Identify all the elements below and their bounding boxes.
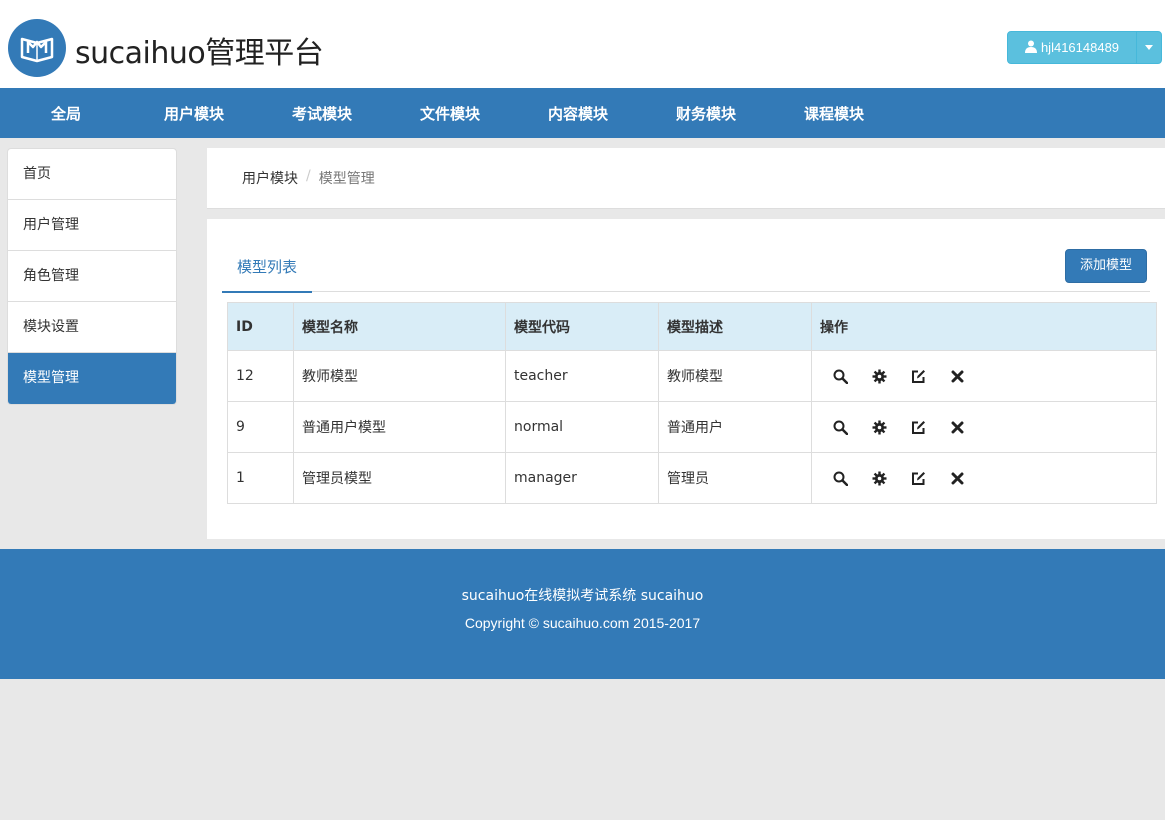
col-code: 模型代码 [505, 302, 659, 351]
remove-icon[interactable] [949, 470, 965, 486]
sidebar: 首页 用户管理 角色管理 模块设置 模型管理 [7, 148, 177, 405]
footer-system-name: sucaihuo在线模拟考试系统 sucaihuo [461, 588, 704, 604]
breadcrumb-parent[interactable]: 用户模块 [242, 168, 298, 188]
search-icon[interactable] [832, 368, 848, 384]
username: hjl416148489 [1040, 40, 1120, 55]
cell-actions [811, 401, 1157, 453]
user-menu-button[interactable]: hjl416148489 [1007, 31, 1162, 64]
top-nav: 全局 用户模块 考试模块 文件模块 内容模块 财务模块 课程模块 [0, 88, 1165, 138]
col-id: ID [227, 302, 294, 351]
sidebar-item-roles[interactable]: 角色管理 [8, 251, 176, 302]
sidebar-item-users[interactable]: 用户管理 [8, 200, 176, 251]
edit-icon[interactable] [910, 470, 926, 486]
col-actions: 操作 [811, 302, 1157, 351]
table-row: 12 教师模型 teacher 教师模型 [227, 350, 1157, 402]
cell-id: 9 [227, 401, 294, 453]
brand-title: sucaihuo管理平台 [75, 36, 324, 71]
nav-item-file-module[interactable]: 文件模块 [386, 88, 514, 138]
sidebar-item-home[interactable]: 首页 [8, 149, 176, 200]
remove-icon[interactable] [949, 419, 965, 435]
sidebar-item-model-management[interactable]: 模型管理 [8, 353, 176, 404]
search-icon[interactable] [832, 470, 848, 486]
cell-code: normal [505, 401, 659, 453]
caret-down-icon[interactable] [1136, 32, 1161, 63]
breadcrumb-separator: / [306, 168, 311, 184]
breadcrumb-panel: 用户模块 / 模型管理 [207, 148, 1165, 209]
cell-id: 1 [227, 452, 294, 504]
cell-desc: 普通用户 [658, 401, 812, 453]
add-model-button[interactable]: 添加模型 [1065, 249, 1147, 283]
cell-code: manager [505, 452, 659, 504]
header: sucaihuo管理平台 hjl416148489 [0, 0, 1165, 88]
col-desc: 模型描述 [658, 302, 812, 351]
cell-desc: 教师模型 [658, 350, 812, 402]
nav-item-user-module[interactable]: 用户模块 [130, 88, 258, 138]
cell-actions [811, 452, 1157, 504]
breadcrumb-current: 模型管理 [318, 171, 375, 187]
cell-name: 教师模型 [293, 350, 506, 402]
table-row: 1 管理员模型 manager 管理员 [227, 452, 1157, 504]
cell-name: 管理员模型 [293, 452, 506, 504]
cog-icon[interactable] [871, 470, 887, 486]
tab-bar: 模型列表 [222, 219, 1150, 293]
nav-item-global[interactable]: 全局 [2, 88, 130, 138]
user-icon [1024, 40, 1037, 56]
cell-actions [811, 350, 1157, 402]
cell-code: teacher [505, 350, 659, 402]
model-table: ID 模型名称 模型代码 模型描述 操作 12 教师模型 teacher 教师模… [227, 302, 1157, 504]
footer: sucaihuo在线模拟考试系统 sucaihuo Copyright © su… [0, 549, 1165, 679]
breadcrumb: 用户模块 / 模型管理 [242, 168, 375, 188]
cog-icon[interactable] [871, 368, 887, 384]
remove-icon[interactable] [949, 368, 965, 384]
edit-icon[interactable] [910, 368, 926, 384]
logo-icon[interactable] [8, 19, 66, 77]
nav-item-content-module[interactable]: 内容模块 [514, 88, 642, 138]
nav-item-exam-module[interactable]: 考试模块 [258, 88, 386, 138]
cell-desc: 管理员 [658, 452, 812, 504]
col-name: 模型名称 [293, 302, 506, 351]
table-row: 9 普通用户模型 normal 普通用户 [227, 401, 1157, 453]
cell-id: 12 [227, 350, 294, 402]
footer-copyright: Copyright © sucaihuo.com 2015-2017 [464, 615, 701, 631]
cell-name: 普通用户模型 [293, 401, 506, 453]
search-icon[interactable] [832, 419, 848, 435]
table-header-row: ID 模型名称 模型代码 模型描述 操作 [227, 302, 1157, 351]
tab-model-list[interactable]: 模型列表 [222, 247, 312, 293]
main-panel: 模型列表 添加模型 ID 模型名称 模型代码 模型描述 操作 12 教师模型 t… [207, 219, 1165, 539]
sidebar-item-module-settings[interactable]: 模块设置 [8, 302, 176, 353]
nav-item-finance-module[interactable]: 财务模块 [642, 88, 770, 138]
user-button-main[interactable]: hjl416148489 [1008, 32, 1136, 63]
cog-icon[interactable] [871, 419, 887, 435]
edit-icon[interactable] [910, 419, 926, 435]
nav-item-course-module[interactable]: 课程模块 [770, 88, 898, 138]
